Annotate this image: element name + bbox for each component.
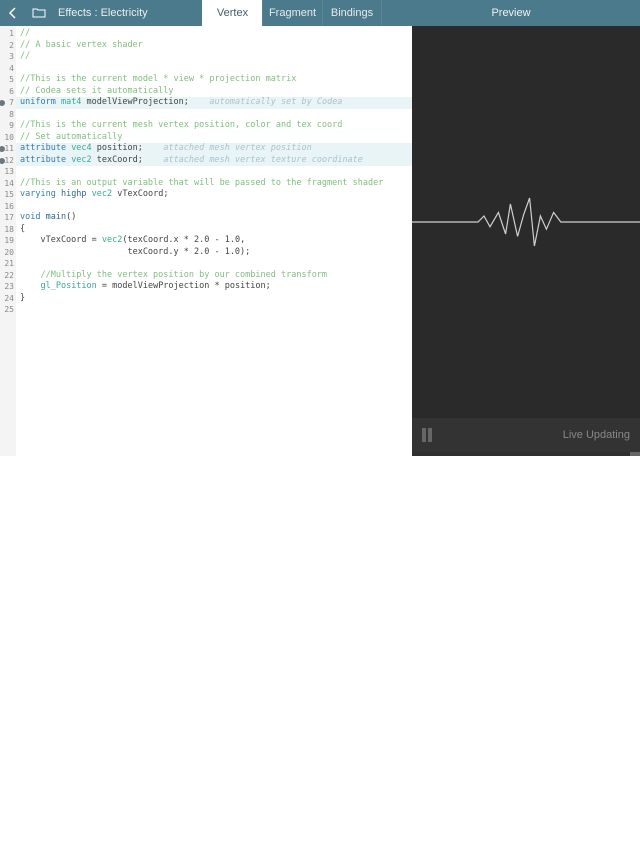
code-line[interactable]	[16, 258, 412, 270]
code-line[interactable]: texCoord.y * 2.0 - 1.0);	[16, 247, 412, 259]
code-line[interactable]: {	[16, 224, 412, 236]
line-number: 9	[0, 120, 16, 132]
line-number: 15	[0, 189, 16, 201]
pause-icon	[428, 428, 432, 442]
code-line[interactable]	[16, 166, 412, 178]
preview-canvas	[412, 26, 640, 418]
code-line[interactable]: //This is an output variable that will b…	[16, 178, 412, 190]
pause-button[interactable]	[422, 428, 432, 442]
line-number: 5	[0, 74, 16, 86]
code-line[interactable]	[16, 109, 412, 121]
line-number: 14	[0, 178, 16, 190]
tab-vertex[interactable]: Vertex	[202, 0, 262, 26]
code-editor[interactable]: 1234567891011121314151617181920212223242…	[0, 26, 412, 456]
preview-pane: Live Updating	[412, 26, 640, 456]
code-line[interactable]: varying highp vec2 vTexCoord;	[16, 189, 412, 201]
line-number: 18	[0, 224, 16, 236]
pause-icon	[422, 428, 426, 442]
code-line[interactable]: // A basic vertex shader	[16, 40, 412, 52]
line-number: 8	[0, 109, 16, 121]
line-number: 6	[0, 86, 16, 98]
line-number: 11	[0, 143, 16, 155]
line-number: 1	[0, 28, 16, 40]
document-title: Effects : Electricity	[52, 0, 202, 26]
line-number: 19	[0, 235, 16, 247]
back-button[interactable]	[0, 0, 26, 26]
code-line[interactable]: uniform mat4 modelViewProjection; automa…	[16, 97, 412, 109]
folder-button[interactable]	[26, 0, 52, 26]
preview-footer: Live Updating	[412, 418, 640, 452]
line-number: 3	[0, 51, 16, 63]
code-line[interactable]: void main()	[16, 212, 412, 224]
code-line[interactable]: //Multiply the vertex position by our co…	[16, 270, 412, 282]
line-number: 25	[0, 304, 16, 316]
preview-header-label: Preview	[382, 0, 640, 26]
line-number: 17	[0, 212, 16, 224]
tab-bindings[interactable]: Bindings	[322, 0, 382, 26]
code-line[interactable]: vTexCoord = vec2(texCoord.x * 2.0 - 1.0,	[16, 235, 412, 247]
line-number: 10	[0, 132, 16, 144]
code-line[interactable]: //	[16, 51, 412, 63]
line-number: 16	[0, 201, 16, 213]
line-number: 23	[0, 281, 16, 293]
horizontal-scrollbar[interactable]	[412, 452, 640, 456]
header-bar: Effects : Electricity VertexFragmentBind…	[0, 0, 640, 26]
main-area: 1234567891011121314151617181920212223242…	[0, 26, 640, 456]
code-line[interactable]: //	[16, 28, 412, 40]
code-line[interactable]: // Set automatically	[16, 132, 412, 144]
code-line[interactable]: attribute vec4 position; attached mesh v…	[16, 143, 412, 155]
code-line[interactable]	[16, 201, 412, 213]
live-updating-label: Live Updating	[563, 429, 630, 441]
code-line[interactable]: }	[16, 293, 412, 305]
code-line[interactable]	[16, 304, 412, 316]
code-line[interactable]: //This is the current model * view * pro…	[16, 74, 412, 86]
code-line[interactable]	[16, 63, 412, 75]
code-line[interactable]: attribute vec2 texCoord; attached mesh v…	[16, 155, 412, 167]
line-number: 20	[0, 247, 16, 259]
line-number: 21	[0, 258, 16, 270]
line-number: 22	[0, 270, 16, 282]
code-line[interactable]: gl_Position = modelViewProjection * posi…	[16, 281, 412, 293]
scrollbar-thumb[interactable]	[630, 452, 640, 456]
tab-fragment[interactable]: Fragment	[262, 0, 322, 26]
electricity-wave-icon	[412, 150, 640, 294]
line-gutter: 1234567891011121314151617181920212223242…	[0, 26, 16, 456]
line-number: 7	[0, 97, 16, 109]
line-number: 13	[0, 166, 16, 178]
line-number: 12	[0, 155, 16, 167]
line-number: 2	[0, 40, 16, 52]
code-line[interactable]: //This is the current mesh vertex positi…	[16, 120, 412, 132]
line-number: 24	[0, 293, 16, 305]
line-number: 4	[0, 63, 16, 75]
code-content[interactable]: //// A basic vertex shader// //This is th…	[16, 26, 412, 456]
code-line[interactable]: // Codea sets it automatically	[16, 86, 412, 98]
tab-bar: VertexFragmentBindings	[202, 0, 382, 26]
